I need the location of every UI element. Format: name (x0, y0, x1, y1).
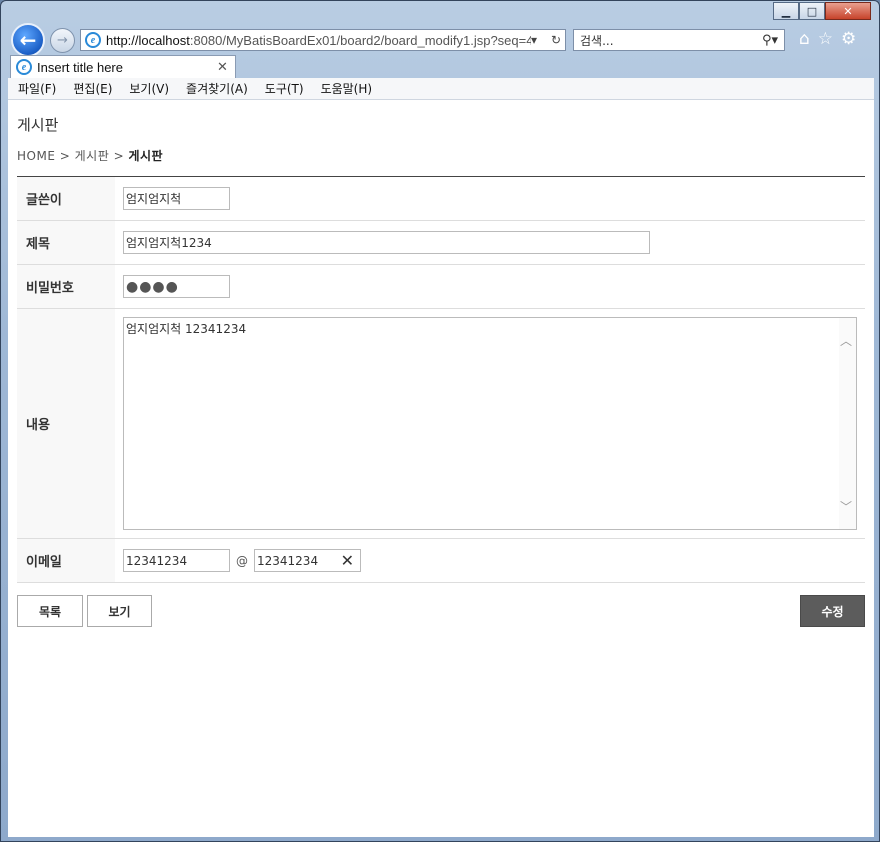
subject-input[interactable]: 엄지엄지척1234 (123, 231, 650, 254)
favorites-star-icon[interactable]: ☆ (818, 29, 833, 49)
breadcrumb-separator: > (59, 149, 71, 163)
password-input[interactable]: ●●●● (123, 275, 230, 298)
ie-tab-icon: e (16, 59, 32, 75)
page-title: 게시판 (17, 116, 59, 134)
form-buttons: 목록 보기 수정 (17, 595, 865, 627)
maximize-icon[interactable]: □ (799, 2, 825, 20)
page-content: 게시판 HOME > 게시판 > 게시판 글쓴이 엄지엄지척 제목 엄지엄지척1… (8, 100, 874, 837)
back-button[interactable]: ← (11, 23, 45, 57)
arrow-right-icon: → (57, 33, 68, 48)
subject-label: 제목 (17, 221, 115, 264)
dropdown-icon[interactable]: ▾ (531, 33, 537, 47)
menu-edit[interactable]: 편집(E) (73, 80, 112, 97)
tab-close-icon[interactable]: ✕ (217, 59, 235, 75)
modify-form: 글쓴이 엄지엄지척 제목 엄지엄지척1234 비밀번호 ●●●● 내용 엄지엄지… (17, 176, 865, 583)
forward-button[interactable]: → (50, 28, 75, 53)
writer-label: 글쓴이 (17, 177, 115, 220)
menu-file[interactable]: 파일(F) (18, 80, 56, 97)
menu-view[interactable]: 보기(V) (129, 80, 169, 97)
tab-title: Insert title here (37, 59, 123, 75)
close-icon[interactable]: ✕ (825, 2, 871, 20)
content-textarea[interactable]: 엄지엄지척 12341234 ︿ ﹀ (123, 317, 857, 530)
menu-bar: 파일(F) 편집(E) 보기(V) 즐겨찾기(A) 도구(T) 도움말(H) (8, 78, 874, 100)
gear-icon[interactable]: ⚙ (841, 29, 856, 49)
breadcrumb-separator: > (113, 149, 125, 163)
email-label: 이메일 (17, 539, 115, 582)
address-bar[interactable]: e http://localhost:8080/MyBatisBoardEx01… (80, 29, 566, 51)
email-row: 이메일 12341234 @ 12341234 ✕ (17, 539, 865, 583)
email-id-input[interactable]: 12341234 (123, 549, 230, 572)
search-input[interactable]: 검색... (580, 32, 762, 49)
scroll-up-icon[interactable]: ︿ (840, 332, 852, 349)
content-text: 엄지엄지척 12341234 (126, 322, 247, 336)
writer-row: 글쓴이 엄지엄지척 (17, 177, 865, 221)
list-button[interactable]: 목록 (17, 595, 83, 627)
refresh-icon[interactable]: ↻ (551, 33, 561, 47)
view-button[interactable]: 보기 (87, 595, 152, 627)
menu-favorites[interactable]: 즐겨찾기(A) (186, 80, 248, 97)
scroll-down-icon[interactable]: ﹀ (840, 498, 852, 515)
breadcrumb: HOME > 게시판 > 게시판 (17, 147, 163, 164)
breadcrumb-home: HOME (17, 149, 56, 163)
subject-row: 제목 엄지엄지척1234 (17, 221, 865, 265)
search-icon[interactable]: ⚲▾ (762, 33, 778, 48)
clear-input-icon[interactable]: ✕ (341, 551, 358, 570)
address-url: http://localhost:8080/MyBatisBoardEx01/b… (106, 32, 531, 48)
email-domain-input[interactable]: 12341234 ✕ (254, 549, 361, 572)
breadcrumb-current: 게시판 (128, 149, 164, 163)
window-controls: ▁ □ ✕ (773, 2, 871, 20)
email-at-sign: @ (236, 553, 248, 568)
browser-window: ▁ □ ✕ ← → e http://localhost:8080/MyBati… (0, 0, 880, 842)
content-label: 내용 (17, 309, 115, 538)
breadcrumb-board: 게시판 (74, 149, 110, 163)
menu-tools[interactable]: 도구(T) (265, 80, 304, 97)
home-icon[interactable]: ⌂ (799, 29, 810, 49)
minimize-icon[interactable]: ▁ (773, 2, 799, 20)
password-label: 비밀번호 (17, 265, 115, 308)
menu-help[interactable]: 도움말(H) (321, 80, 373, 97)
arrow-left-icon: ← (19, 28, 37, 52)
password-row: 비밀번호 ●●●● (17, 265, 865, 309)
browser-toolbar-icons: ⌂ ☆ ⚙ (799, 29, 856, 49)
browser-tab[interactable]: e Insert title here ✕ (10, 55, 236, 78)
email-domain-text: 12341234 (257, 553, 319, 568)
modify-button[interactable]: 수정 (800, 595, 865, 627)
writer-input[interactable]: 엄지엄지척 (123, 187, 230, 210)
search-box[interactable]: 검색... ⚲▾ (573, 29, 785, 51)
content-row: 내용 엄지엄지척 12341234 ︿ ﹀ (17, 309, 865, 539)
ie-icon: e (85, 32, 101, 48)
